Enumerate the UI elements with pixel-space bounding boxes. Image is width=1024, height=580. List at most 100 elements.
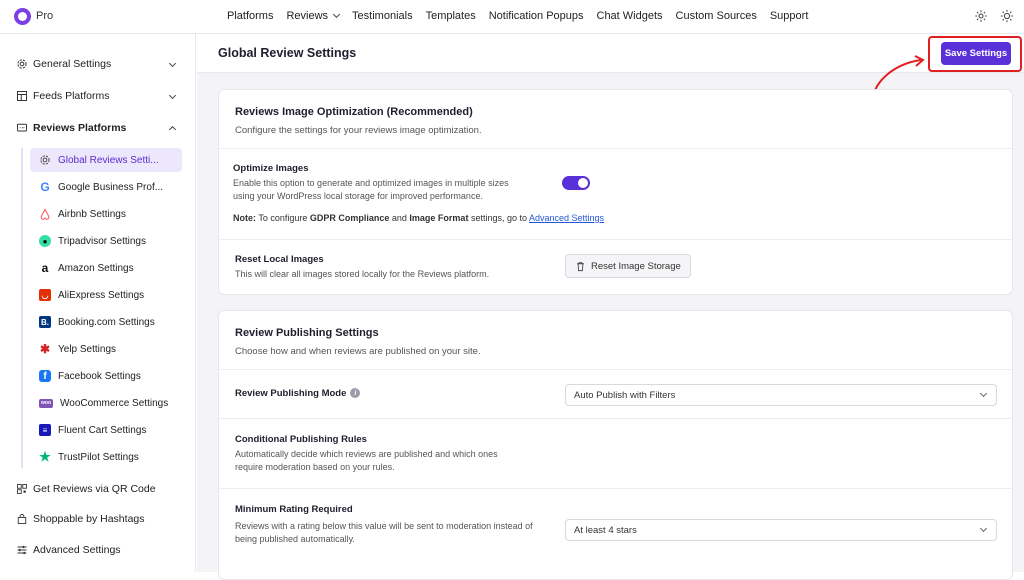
card-title: Reviews Image Optimization (Recommended) xyxy=(235,106,473,118)
conditional-rules-desc-1: Automatically decide which reviews are p… xyxy=(235,449,498,459)
publishing-mode-select[interactable]: Auto Publish with Filters xyxy=(565,384,997,406)
sidebar-item-booking[interactable]: B. Booking.com Settings xyxy=(30,310,182,334)
sidebar-item-global-reviews[interactable]: Global Reviews Setti... xyxy=(30,148,182,172)
advanced-note: Note: To configure GDPR Compliance and I… xyxy=(233,213,604,223)
chevron-up-icon xyxy=(168,125,177,134)
chevron-down-icon xyxy=(979,389,988,398)
nav-chat-widgets[interactable]: Chat Widgets xyxy=(597,10,663,22)
trash-icon xyxy=(577,261,584,271)
sidebar-reviews-platforms[interactable]: Reviews Platforms xyxy=(16,122,181,134)
sidebar-advanced-settings[interactable]: Advanced Settings xyxy=(16,544,181,556)
app-logo[interactable] xyxy=(14,8,31,25)
chevron-down-icon xyxy=(168,59,177,68)
sidebar-item-facebook[interactable]: f Facebook Settings xyxy=(30,364,182,388)
gear-icon xyxy=(39,154,51,166)
app-title: Pro xyxy=(36,10,54,22)
note-format: Image Format xyxy=(409,213,469,223)
sidebar-shoppable-label: Shoppable by Hashtags xyxy=(33,513,145,525)
publishing-mode-value: Auto Publish with Filters xyxy=(574,389,676,401)
divider xyxy=(219,148,1012,149)
nav-support[interactable]: Support xyxy=(770,10,809,22)
optimize-images-toggle[interactable] xyxy=(562,176,590,190)
sidebar-feeds-label: Feeds Platforms xyxy=(33,90,110,102)
sidebar-shoppable[interactable]: Shoppable by Hashtags xyxy=(16,513,181,525)
sidebar-item-yelp[interactable]: ✱ Yelp Settings xyxy=(30,337,182,361)
nav-custom-sources[interactable]: Custom Sources xyxy=(676,10,757,22)
sidebar-item-label: Facebook Settings xyxy=(58,370,141,382)
fluentcart-icon: ≡ xyxy=(39,424,51,436)
sidebar-item-label: Booking.com Settings xyxy=(58,316,155,328)
divider xyxy=(219,418,1012,419)
sidebar-item-label: Global Reviews Setti... xyxy=(58,154,159,166)
tripadvisor-icon: ● xyxy=(39,235,51,247)
note-text: settings, go to xyxy=(468,213,529,223)
conditional-rules-label: Conditional Publishing Rules xyxy=(235,434,367,445)
reset-images-desc: This will clear all images stored locall… xyxy=(235,269,490,279)
sidebar-item-label: WooCommerce Settings xyxy=(60,397,169,409)
publishing-mode-text: Review Publishing Mode xyxy=(235,388,347,399)
divider xyxy=(219,369,1012,370)
info-icon[interactable]: i xyxy=(350,388,361,399)
sidebar-item-label: Yelp Settings xyxy=(58,343,117,355)
sidebar-item-label: Tripadvisor Settings xyxy=(58,235,146,247)
chevron-down-icon xyxy=(979,524,988,533)
bag-icon xyxy=(16,513,28,525)
minimum-rating-label: Minimum Rating Required xyxy=(235,504,353,515)
sidebar-item-amazon[interactable]: a Amazon Settings xyxy=(30,256,182,280)
minimum-rating-desc-2: being published automatically. xyxy=(235,534,355,544)
note-gdpr: GDPR Compliance xyxy=(309,213,390,223)
card-title: Review Publishing Settings xyxy=(235,327,379,339)
sidebar: General Settings Feeds Platforms Reviews… xyxy=(0,34,196,572)
advanced-settings-link[interactable]: Advanced Settings xyxy=(529,213,604,223)
aliexpress-icon: ◡ xyxy=(39,289,51,301)
nav-reviews-label: Reviews xyxy=(286,10,329,22)
sidebar-item-label: AliExpress Settings xyxy=(58,289,145,301)
woocommerce-icon: woo xyxy=(39,398,53,408)
sidebar-advanced-label: Advanced Settings xyxy=(33,544,121,556)
reset-button-label: Reset Image Storage xyxy=(591,260,681,272)
gear-icon xyxy=(16,58,28,70)
sidebar-item-fluent-cart[interactable]: ≡ Fluent Cart Settings xyxy=(30,418,182,442)
divider xyxy=(219,239,1012,240)
star-icon: ★ xyxy=(39,449,51,464)
yelp-icon: ✱ xyxy=(39,342,51,356)
sidebar-item-aliexpress[interactable]: ◡ AliExpress Settings xyxy=(30,283,182,307)
nav-templates[interactable]: Templates xyxy=(426,10,476,22)
sidebar-item-google[interactable]: G Google Business Prof... xyxy=(30,175,182,199)
nav-testimonials[interactable]: Testimonials xyxy=(352,10,413,22)
main-nav: Platforms Reviews Testimonials Templates… xyxy=(227,10,821,22)
sidebar-item-trustpilot[interactable]: ★ TrustPilot Settings xyxy=(30,445,182,469)
top-bar: Pro Platforms Reviews Testimonials Templ… xyxy=(0,0,1024,34)
card-subtitle: Configure the settings for your reviews … xyxy=(235,125,482,136)
sidebar-qr-code[interactable]: Get Reviews via QR Code xyxy=(16,483,181,495)
sun-icon[interactable] xyxy=(1000,9,1014,23)
sidebar-general-settings[interactable]: General Settings xyxy=(16,58,181,70)
sidebar-item-label: TrustPilot Settings xyxy=(58,451,139,463)
card-subtitle: Choose how and when reviews are publishe… xyxy=(235,346,481,357)
nav-notification-popups[interactable]: Notification Popups xyxy=(489,10,584,22)
note-prefix: Note: xyxy=(233,213,256,223)
sidebar-item-airbnb[interactable]: Airbnb Settings xyxy=(30,202,182,226)
sidebar-reviews-label: Reviews Platforms xyxy=(33,122,127,134)
sidebar-item-label: Amazon Settings xyxy=(58,262,134,274)
note-text: and xyxy=(389,213,410,223)
publishing-mode-label: Review Publishing Mode i xyxy=(235,388,361,399)
minimum-rating-select[interactable]: At least 4 stars xyxy=(565,519,997,541)
optimize-images-label: Optimize Images xyxy=(233,163,309,174)
chevron-down-icon xyxy=(168,91,177,100)
save-settings-button[interactable]: Save Settings xyxy=(941,42,1011,65)
qr-code-icon xyxy=(16,483,28,495)
nav-platforms[interactable]: Platforms xyxy=(227,10,273,22)
sidebar-item-woocommerce[interactable]: woo WooCommerce Settings xyxy=(30,391,182,415)
reset-image-storage-button[interactable]: Reset Image Storage xyxy=(565,254,691,278)
chevron-down-icon xyxy=(333,10,341,19)
sidebar-item-tripadvisor[interactable]: ● Tripadvisor Settings xyxy=(30,229,182,253)
gear-icon[interactable] xyxy=(974,9,988,23)
nav-reviews[interactable]: Reviews xyxy=(286,10,341,22)
minimum-rating-desc-1: Reviews with a rating below this value w… xyxy=(235,521,533,531)
google-icon: G xyxy=(40,180,50,194)
sidebar-feeds-platforms[interactable]: Feeds Platforms xyxy=(16,90,181,102)
message-icon xyxy=(16,122,28,134)
sidebar-item-label: Fluent Cart Settings xyxy=(58,424,147,436)
airbnb-icon xyxy=(39,208,51,220)
